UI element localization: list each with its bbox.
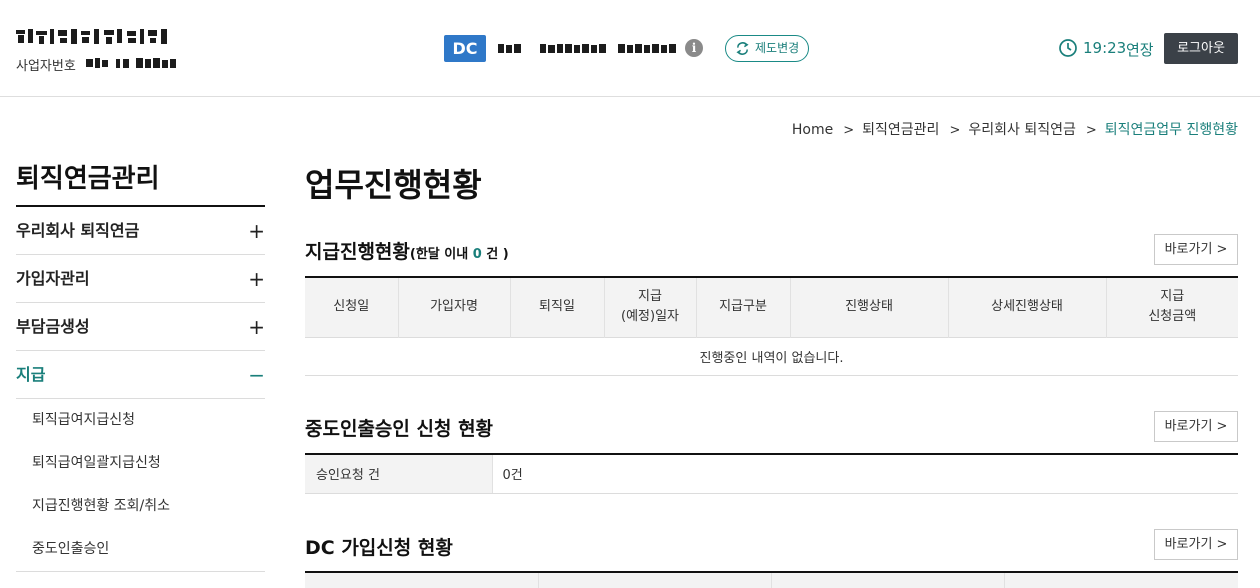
chevron-right-icon: > (843, 123, 855, 138)
expand-plus-icon[interactable]: + (248, 207, 265, 255)
session-timer: 19:23 (1083, 39, 1127, 57)
redacted-company-name (16, 29, 167, 44)
column-header: 상세진행상태 (948, 277, 1107, 337)
column-header: 진행상태 (790, 277, 949, 337)
sidebar-subitem-payment-status[interactable]: 지급진행현황 조회/취소 (16, 485, 265, 528)
sidebar-item-label: 부담금생성 (16, 317, 90, 336)
section-title-dc-enrollment: DC 가입신청 현황 (305, 537, 453, 559)
session-extend-link[interactable]: 연장 (1126, 39, 1154, 60)
plan-name-redacted (498, 40, 678, 53)
sidebar-item-payment[interactable]: 지급 − (16, 351, 265, 399)
dc-enrollment-table (305, 571, 1238, 588)
go-button-withdrawal-approval[interactable]: 바로가기 > (1154, 411, 1238, 442)
redacted-plan-name (498, 44, 676, 53)
section-subtitle-suffix: 건 ) (481, 247, 509, 262)
go-button-dc-enrollment[interactable]: 바로가기 > (1154, 529, 1238, 560)
section-title-payment-status: 지급진행현황(한달 이내 0 건 ) (305, 237, 509, 264)
sidebar-item-company-pension[interactable]: 우리회사 퇴직연금 + (16, 207, 265, 255)
top-header: 사업자번호 DC i 제도변경 19:23 연장 로그아웃 (0, 0, 1260, 97)
sidebar-item-label: 지급 (16, 365, 46, 384)
plan-type-badge: DC (444, 35, 486, 62)
column-header: 가입자명 (398, 277, 511, 337)
breadcrumb-current: 퇴직연금업무 진행현황 (1104, 122, 1238, 138)
breadcrumb-item[interactable]: 퇴직연금관리 (862, 119, 939, 139)
company-name-redacted (16, 27, 172, 47)
table-row: 승인요청 건 0건 (305, 454, 1238, 494)
column-header (538, 572, 772, 588)
breadcrumb-home[interactable]: Home (792, 122, 833, 138)
page-title: 업무진행현황 (305, 166, 482, 204)
info-icon[interactable]: i (685, 39, 703, 57)
sidebar-item-member-management[interactable]: 가입자관리 + (16, 255, 265, 303)
payment-count: 0 (472, 247, 482, 262)
table-row-empty: 진행중인 내역이 없습니다. (305, 336, 1238, 376)
collapse-minus-icon[interactable]: − (248, 351, 265, 399)
go-button-payment-status[interactable]: 바로가기 > (1154, 234, 1238, 265)
sidebar-submenu-payment: 퇴직급여지급신청 퇴직급여일괄지급신청 지급진행현황 조회/취소 중도인출승인 (16, 399, 265, 572)
sidebar-menu: 우리회사 퇴직연금 + 가입자관리 + 부담금생성 + 지급 − 퇴직급여지급신… (16, 207, 265, 572)
section-title-withdrawal-approval: 중도인출승인 신청 현황 (305, 418, 494, 440)
logout-button[interactable]: 로그아웃 (1164, 33, 1238, 64)
column-header (1004, 572, 1238, 588)
sidebar-subitem-retirement-payment[interactable]: 퇴직급여지급신청 (16, 399, 265, 442)
plan-change-button[interactable]: 제도변경 (725, 35, 809, 62)
expand-plus-icon[interactable]: + (248, 255, 265, 303)
biz-number-redacted (86, 55, 178, 69)
sidebar-item-label: 우리회사 퇴직연금 (16, 221, 140, 240)
empty-message: 진행중인 내역이 없습니다. (305, 336, 1238, 376)
biz-number-label: 사업자번호 (16, 59, 76, 74)
column-header: 신청일 (305, 277, 399, 337)
sidebar-subitem-bulk-payment[interactable]: 퇴직급여일괄지급신청 (16, 442, 265, 485)
payment-status-table: 신청일 가입자명 퇴직일 지급 (예정)일자 지급구분 진행상태 상세진행상태 … (305, 276, 1238, 376)
column-header: 지급구분 (696, 277, 791, 337)
breadcrumb: Home > 퇴직연금관리 > 우리회사 퇴직연금 > 퇴직연금업무 진행현황 (792, 119, 1238, 139)
chevron-right-icon: > (1085, 123, 1097, 138)
row-label: 승인요청 건 (305, 454, 493, 494)
sidebar-item-label: 가입자관리 (16, 269, 90, 288)
sidebar-item-contribution[interactable]: 부담금생성 + (16, 303, 265, 351)
withdrawal-approval-table: 승인요청 건 0건 (305, 453, 1238, 494)
swap-arrows-icon (736, 42, 749, 55)
column-header: 지급 (예정)일자 (604, 277, 697, 337)
plan-change-label: 제도변경 (755, 41, 800, 55)
sidebar-subitem-withdrawal-approval[interactable]: 중도인출승인 (16, 528, 265, 571)
column-header (305, 572, 539, 588)
section-title-text: 지급진행현황 (305, 241, 410, 263)
breadcrumb-item[interactable]: 우리회사 퇴직연금 (968, 119, 1076, 139)
column-header: 퇴직일 (510, 277, 605, 337)
sidebar-title: 퇴직연금관리 (16, 164, 160, 194)
redacted-biz-number (86, 58, 176, 68)
expand-plus-icon[interactable]: + (248, 303, 265, 351)
clock-icon (1059, 39, 1077, 57)
column-header (771, 572, 1005, 588)
row-value: 0건 (492, 454, 1238, 494)
chevron-right-icon: > (949, 123, 961, 138)
column-header: 지급 신청금액 (1106, 277, 1238, 337)
section-subtitle-prefix: (한달 이내 (409, 247, 473, 262)
